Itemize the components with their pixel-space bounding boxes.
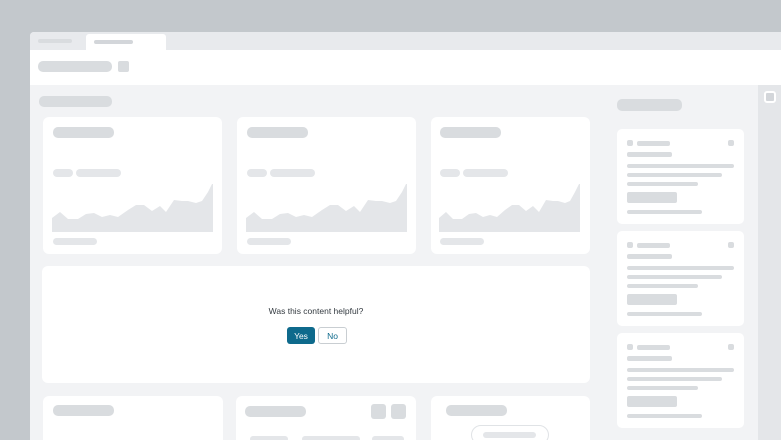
card-footer-placeholder — [53, 238, 97, 245]
line-placeholder — [637, 141, 670, 146]
line-placeholder — [627, 266, 734, 270]
line-placeholder — [627, 275, 722, 279]
chart-card[interactable] — [237, 117, 416, 254]
line-placeholder — [627, 377, 722, 381]
sidebar-card[interactable] — [617, 333, 744, 428]
section-heading-placeholder — [39, 96, 112, 107]
tab-label-placeholder — [94, 40, 133, 44]
scrollbar-track[interactable] — [758, 85, 781, 440]
card-meta-placeholder — [440, 169, 460, 177]
card-footer-placeholder — [440, 238, 484, 245]
corner-icon — [728, 140, 734, 146]
feedback-widget: Was this content helpful? Yes No — [42, 266, 590, 383]
card[interactable] — [431, 396, 590, 440]
line-placeholder — [637, 345, 670, 350]
app-window: Was this content helpful? Yes No — [30, 32, 781, 440]
button-placeholder[interactable] — [627, 192, 677, 203]
sidebar-card[interactable] — [617, 129, 744, 224]
tab-strip — [30, 32, 781, 50]
corner-icon — [728, 344, 734, 350]
card-title-placeholder — [53, 127, 114, 138]
line-placeholder — [627, 356, 672, 361]
card-row-placeholder — [372, 436, 404, 440]
bullet-icon — [627, 344, 633, 350]
card-meta-placeholder — [76, 169, 121, 177]
card-meta-placeholder — [270, 169, 315, 177]
feedback-yes-button[interactable]: Yes — [287, 327, 315, 344]
title-action-icon[interactable] — [118, 61, 129, 72]
card-action-icon[interactable] — [371, 404, 386, 419]
line-placeholder — [627, 284, 698, 288]
card-title-placeholder — [440, 127, 501, 138]
corner-icon — [728, 242, 734, 248]
line-placeholder — [627, 182, 698, 186]
scrollbar-thumb[interactable] — [764, 91, 776, 103]
tab-active[interactable] — [86, 34, 166, 50]
line-placeholder — [627, 254, 672, 259]
card[interactable] — [43, 396, 223, 440]
card[interactable] — [236, 396, 416, 440]
card-title-placeholder — [245, 406, 306, 417]
card-title-placeholder — [247, 127, 308, 138]
card-action-icon[interactable] — [391, 404, 406, 419]
sparkline-chart — [52, 184, 213, 232]
chart-card[interactable] — [431, 117, 590, 254]
line-placeholder — [627, 210, 702, 214]
card-meta-placeholder — [247, 169, 267, 177]
sidebar-heading-placeholder — [617, 99, 682, 111]
button-placeholder[interactable] — [627, 396, 677, 407]
chart-card[interactable] — [43, 117, 222, 254]
line-placeholder — [627, 368, 734, 372]
card-footer-placeholder — [247, 238, 291, 245]
bullet-icon — [627, 242, 633, 248]
feedback-no-button[interactable]: No — [318, 327, 347, 344]
card-row-placeholder — [250, 436, 288, 440]
page-title-placeholder — [38, 61, 112, 72]
sparkline-chart — [246, 184, 407, 232]
card-title-placeholder — [53, 405, 114, 416]
tab-label-placeholder — [38, 39, 72, 43]
line-placeholder — [627, 414, 702, 418]
pill-button[interactable] — [471, 425, 549, 440]
tab-inactive[interactable] — [30, 32, 85, 50]
feedback-question: Was this content helpful? — [268, 306, 364, 316]
sidebar-card[interactable] — [617, 231, 744, 326]
line-placeholder — [627, 164, 734, 168]
line-placeholder — [627, 386, 698, 390]
button-placeholder[interactable] — [627, 294, 677, 305]
line-placeholder — [627, 312, 702, 316]
card-title-placeholder — [446, 405, 507, 416]
header-bar — [30, 50, 781, 85]
pill-label-placeholder — [483, 432, 536, 438]
line-placeholder — [637, 243, 670, 248]
sparkline-chart — [439, 184, 580, 232]
card-row-placeholder — [302, 436, 360, 440]
line-placeholder — [627, 152, 672, 157]
card-meta-placeholder — [463, 169, 508, 177]
line-placeholder — [627, 173, 722, 177]
bullet-icon — [627, 140, 633, 146]
card-meta-placeholder — [53, 169, 73, 177]
